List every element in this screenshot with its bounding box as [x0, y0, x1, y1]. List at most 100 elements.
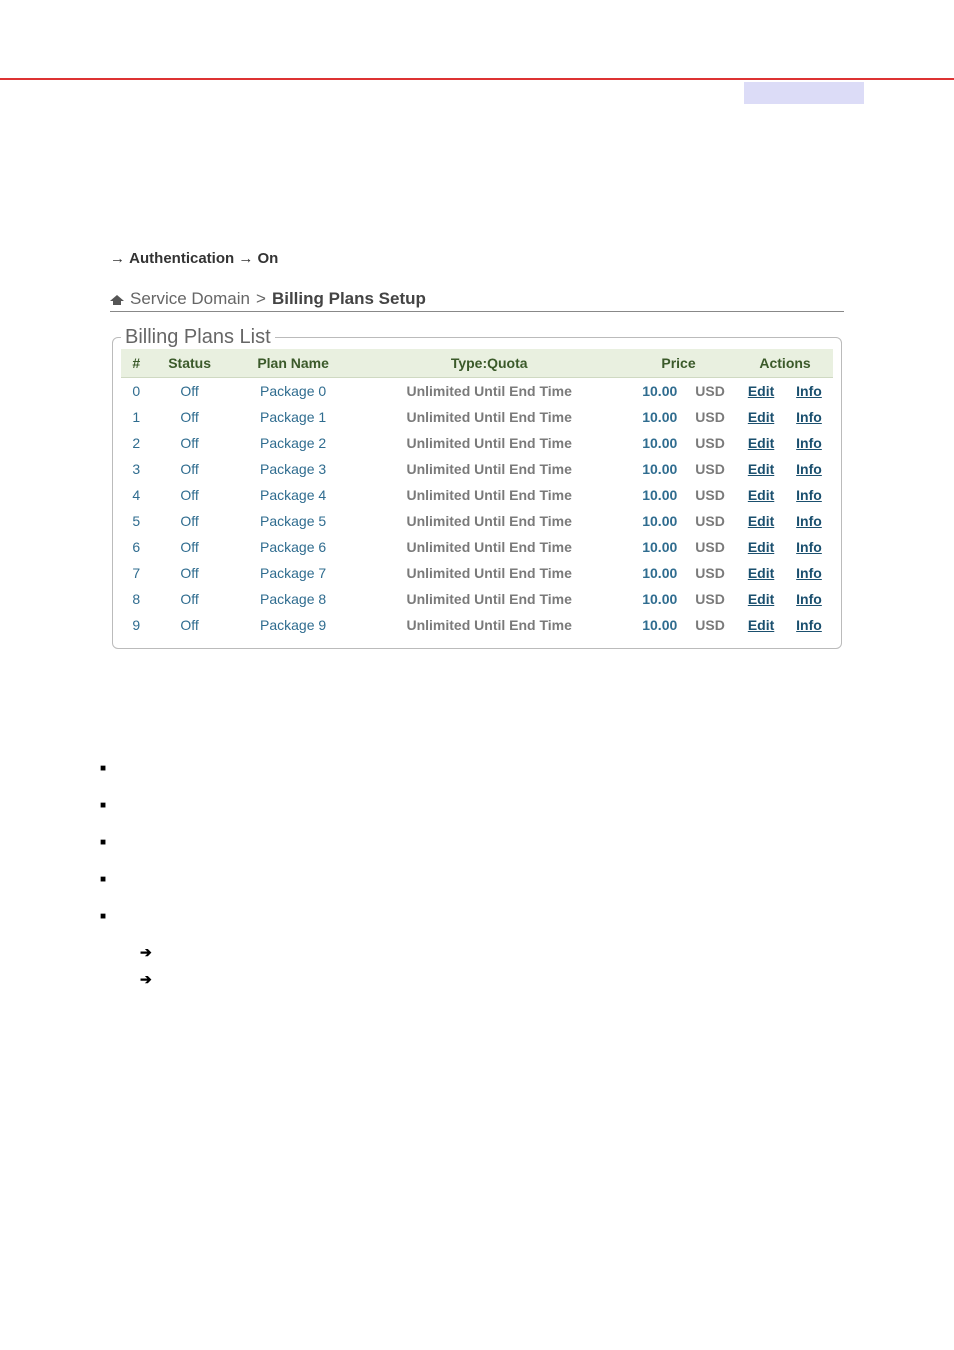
cell-status: Off [152, 456, 228, 482]
edit-link[interactable]: Edit [748, 435, 774, 451]
cell-price: 10.00 [620, 534, 685, 560]
lavender-box [744, 82, 864, 104]
auth-path-text: → Authentication → On [110, 250, 844, 267]
cell-num: 6 [121, 534, 152, 560]
table-row: 3OffPackage 3Unlimited Until End Time10.… [121, 456, 833, 482]
info-link[interactable]: Info [796, 383, 822, 399]
cell-status: Off [152, 586, 228, 612]
table-row: 4OffPackage 4Unlimited Until End Time10.… [121, 482, 833, 508]
cell-status: Off [152, 508, 228, 534]
cell-type-quota: Unlimited Until End Time [358, 456, 619, 482]
info-link[interactable]: Info [796, 565, 822, 581]
cell-price: 10.00 [620, 456, 685, 482]
cell-type-quota: Unlimited Until End Time [358, 378, 619, 405]
cell-num: 3 [121, 456, 152, 482]
cell-num: 8 [121, 586, 152, 612]
list-item [100, 796, 844, 811]
cell-currency: USD [685, 508, 737, 534]
breadcrumb-level-2: Billing Plans Setup [272, 289, 426, 309]
breadcrumb: Service Domain > Billing Plans Setup [110, 289, 844, 312]
table-row: 0OffPackage 0Unlimited Until End Time10.… [121, 378, 833, 405]
list-item [100, 833, 844, 848]
cell-type-quota: Unlimited Until End Time [358, 560, 619, 586]
cell-num: 2 [121, 430, 152, 456]
panel-legend: Billing Plans List [121, 326, 275, 349]
cell-currency: USD [685, 482, 737, 508]
col-type-quota: Type:Quota [358, 349, 619, 378]
table-row: 7OffPackage 7Unlimited Until End Time10.… [121, 560, 833, 586]
table-row: 6OffPackage 6Unlimited Until End Time10.… [121, 534, 833, 560]
cell-price: 10.00 [620, 430, 685, 456]
cell-type-quota: Unlimited Until End Time [358, 612, 619, 638]
table-row: 8OffPackage 8Unlimited Until End Time10.… [121, 586, 833, 612]
cell-plan-name: Package 6 [228, 534, 359, 560]
cell-type-quota: Unlimited Until End Time [358, 430, 619, 456]
cell-type-quota: Unlimited Until End Time [358, 586, 619, 612]
edit-link[interactable]: Edit [748, 383, 774, 399]
cell-status: Off [152, 378, 228, 405]
list-item [100, 907, 844, 922]
on-label: On [258, 250, 279, 267]
info-link[interactable]: Info [796, 461, 822, 477]
cell-plan-name: Package 0 [228, 378, 359, 405]
cell-price: 10.00 [620, 508, 685, 534]
bullet-list [100, 759, 844, 988]
edit-link[interactable]: Edit [748, 617, 774, 633]
edit-link[interactable]: Edit [748, 539, 774, 555]
info-link[interactable]: Info [796, 539, 822, 555]
info-link[interactable]: Info [796, 487, 822, 503]
cell-plan-name: Package 7 [228, 560, 359, 586]
cell-plan-name: Package 4 [228, 482, 359, 508]
cell-num: 9 [121, 612, 152, 638]
info-link[interactable]: Info [796, 591, 822, 607]
col-status: Status [152, 349, 228, 378]
edit-link[interactable]: Edit [748, 565, 774, 581]
auth-label: Authentication [129, 250, 234, 267]
info-link[interactable]: Info [796, 617, 822, 633]
cell-plan-name: Package 3 [228, 456, 359, 482]
cell-num: 5 [121, 508, 152, 534]
edit-link[interactable]: Edit [748, 591, 774, 607]
cell-plan-name: Package 9 [228, 612, 359, 638]
billing-plans-panel: Billing Plans List # Status Plan Name Ty… [112, 326, 842, 649]
list-item [100, 759, 844, 774]
cell-num: 7 [121, 560, 152, 586]
info-link[interactable]: Info [796, 513, 822, 529]
cell-currency: USD [685, 404, 737, 430]
cell-status: Off [152, 534, 228, 560]
cell-currency: USD [685, 456, 737, 482]
cell-num: 4 [121, 482, 152, 508]
cell-currency: USD [685, 586, 737, 612]
edit-link[interactable]: Edit [748, 461, 774, 477]
cell-status: Off [152, 612, 228, 638]
edit-link[interactable]: Edit [748, 513, 774, 529]
cell-currency: USD [685, 378, 737, 405]
cell-num: 1 [121, 404, 152, 430]
billing-plans-table: # Status Plan Name Type:Quota Price Acti… [121, 349, 833, 638]
edit-link[interactable]: Edit [748, 487, 774, 503]
cell-currency: USD [685, 430, 737, 456]
info-link[interactable]: Info [796, 435, 822, 451]
cell-price: 10.00 [620, 378, 685, 405]
info-link[interactable]: Info [796, 409, 822, 425]
cell-status: Off [152, 430, 228, 456]
cell-price: 10.00 [620, 404, 685, 430]
cell-currency: USD [685, 560, 737, 586]
table-row: 5OffPackage 5Unlimited Until End Time10.… [121, 508, 833, 534]
edit-link[interactable]: Edit [748, 409, 774, 425]
cell-status: Off [152, 404, 228, 430]
cell-price: 10.00 [620, 586, 685, 612]
col-actions: Actions [737, 349, 833, 378]
breadcrumb-separator: > [256, 289, 266, 309]
list-item [100, 870, 844, 885]
cell-plan-name: Package 2 [228, 430, 359, 456]
cell-type-quota: Unlimited Until End Time [358, 508, 619, 534]
cell-plan-name: Package 1 [228, 404, 359, 430]
list-subitem [140, 971, 844, 988]
list-subitem [140, 944, 844, 961]
cell-plan-name: Package 5 [228, 508, 359, 534]
cell-plan-name: Package 8 [228, 586, 359, 612]
cell-status: Off [152, 560, 228, 586]
col-num: # [121, 349, 152, 378]
cell-status: Off [152, 482, 228, 508]
